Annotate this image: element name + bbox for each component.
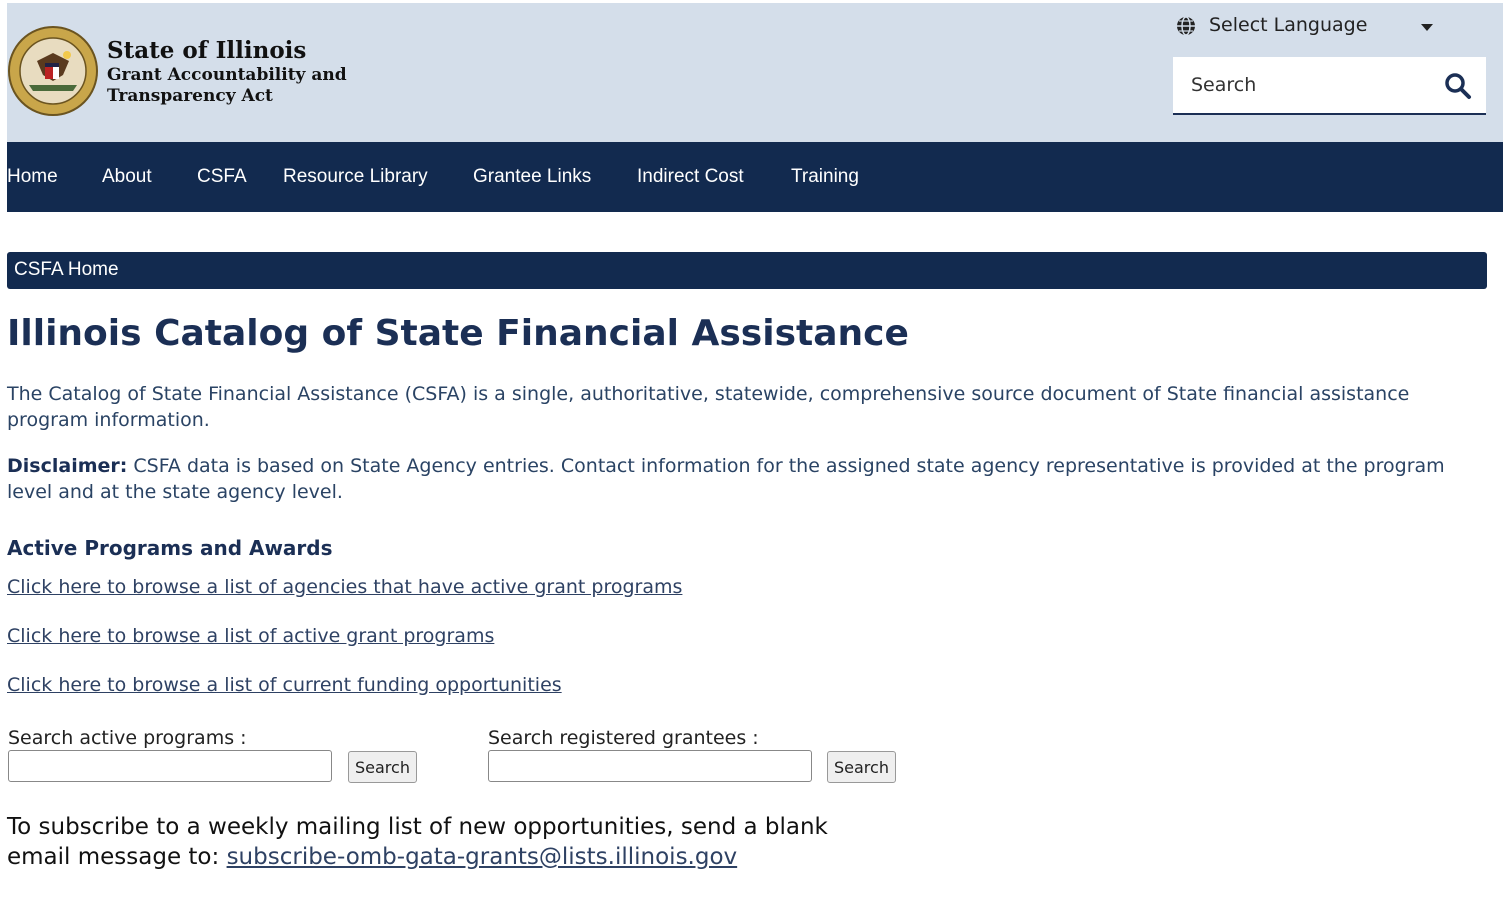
disclaimer-label: Disclaimer: (7, 455, 128, 477)
intro-paragraph: The Catalog of State Financial Assistanc… (7, 383, 1410, 431)
site-title: State of Illinois (107, 37, 307, 64)
search-grantees-button[interactable]: Search (827, 751, 896, 783)
nav-training[interactable]: Training (791, 166, 859, 188)
language-selector[interactable]: Select Language (1175, 13, 1475, 41)
site-header: State of Illinois Grant Accountability a… (7, 3, 1503, 142)
site-subtitle-line1: Grant Accountability and (107, 65, 347, 85)
globe-icon (1177, 16, 1195, 36)
nav-resource-library[interactable]: Resource Library (283, 166, 428, 188)
search-programs-button[interactable]: Search (348, 751, 417, 783)
link-active-grant-programs[interactable]: Click here to browse a list of active gr… (7, 625, 494, 647)
search-programs-input[interactable] (8, 750, 332, 782)
nav-home[interactable]: Home (7, 166, 58, 188)
breadcrumb-current: CSFA Home (14, 259, 119, 280)
section-title-active-programs: Active Programs and Awards (7, 536, 333, 560)
link-current-funding-opportunities[interactable]: Click here to browse a list of current f… (7, 674, 562, 696)
nav-about[interactable]: About (102, 166, 152, 188)
subscribe-text: To subscribe to a weekly mailing list of… (7, 812, 828, 872)
main-nav: Home About CSFA Resource Library Grantee… (7, 142, 1503, 212)
nav-csfa[interactable]: CSFA (197, 166, 247, 188)
breadcrumb: CSFA Home (7, 252, 1487, 289)
disclaimer-text: CSFA data is based on State Agency entri… (7, 455, 1445, 503)
search-grantees-label: Search registered grantees : (488, 727, 759, 749)
header-search (1173, 57, 1486, 115)
nav-grantee-links[interactable]: Grantee Links (473, 166, 591, 188)
nav-indirect-cost[interactable]: Indirect Cost (637, 166, 744, 188)
site-brand[interactable]: State of Illinois Grant Accountability a… (107, 37, 347, 107)
page-title: Illinois Catalog of State Financial Assi… (7, 313, 909, 354)
header-search-input[interactable] (1173, 57, 1441, 113)
subscribe-email-link[interactable]: subscribe-omb-gata-grants@lists.illinois… (227, 844, 738, 870)
state-seal-logo[interactable] (7, 25, 99, 117)
link-agencies-active-programs[interactable]: Click here to browse a list of agencies … (7, 576, 682, 598)
site-subtitle-line2: Transparency Act (107, 86, 273, 106)
subscribe-line1: To subscribe to a weekly mailing list of… (7, 814, 828, 840)
search-icon[interactable] (1443, 71, 1473, 101)
search-programs-label: Search active programs : (8, 727, 247, 749)
search-grantees-input[interactable] (488, 750, 812, 782)
subscribe-line2: email message to: (7, 844, 227, 870)
caret-down-icon (1421, 24, 1433, 31)
disclaimer-paragraph: Disclaimer: CSFA data is based on State … (7, 453, 1487, 505)
language-label: Select Language (1209, 14, 1368, 36)
